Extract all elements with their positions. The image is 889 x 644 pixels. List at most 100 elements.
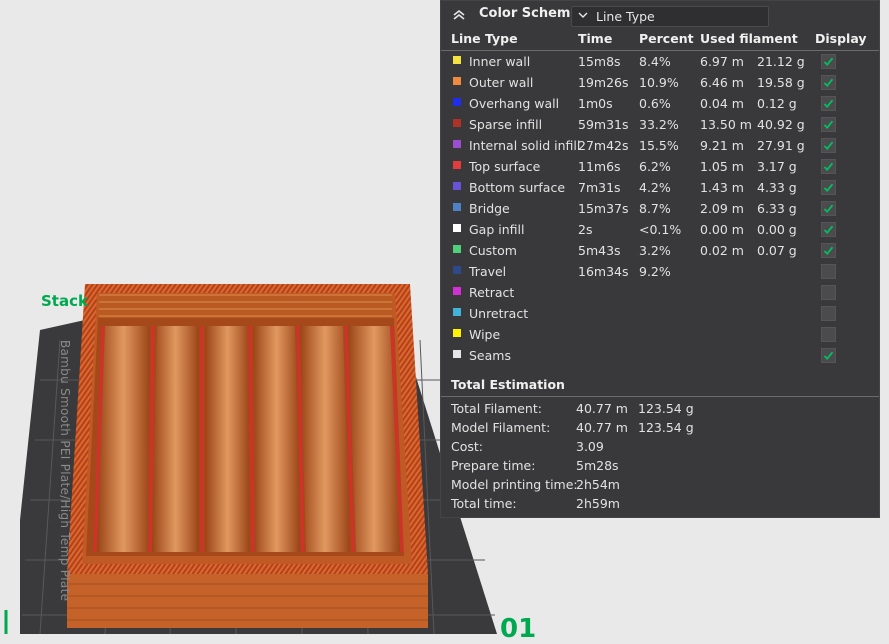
- checkmark-icon: [823, 141, 834, 151]
- total-estimation-row: Prepare time: 5m28s: [441, 456, 879, 475]
- legend-row: Custom 5m43s 3.2% 0.02 m 0.07 g: [441, 240, 879, 261]
- color-scheme-value: Line Type: [596, 9, 655, 24]
- line-type-filament-weight: 0.00 g: [757, 222, 797, 237]
- line-type-filament-length: 1.05 m: [700, 159, 744, 174]
- checkmark-icon: [823, 162, 834, 172]
- legend-row: Overhang wall 1m0s 0.6% 0.04 m 0.12 g: [441, 93, 879, 114]
- color-swatch: [453, 287, 461, 295]
- column-time: Time: [578, 31, 613, 46]
- color-swatch: [453, 245, 461, 253]
- total-value: 2h59m: [576, 496, 620, 511]
- line-type-name: Unretract: [469, 306, 529, 321]
- legend-row: Internal solid infill 27m42s 15.5% 9.21 m 27…: [441, 135, 879, 156]
- legend-table-header: Line Type Time Percent Used filament Dis…: [441, 29, 879, 51]
- legend-row: Top surface 11m6s 6.2% 1.05 m 3.17 g: [441, 156, 879, 177]
- line-type-time: 1m0s: [578, 96, 613, 111]
- color-swatch: [453, 308, 461, 316]
- display-checkbox[interactable]: [821, 201, 836, 216]
- plate-type-text: Bambu Smooth PEI Plate/High Temp Plate: [58, 340, 72, 602]
- total-estimation-row: Total Filament: 40.77 m 123.54 g: [441, 399, 879, 418]
- checkmark-icon: [823, 57, 834, 67]
- checkmark-icon: [823, 183, 834, 193]
- line-type-filament-weight: 19.58 g: [757, 75, 805, 90]
- line-type-name: Outer wall: [469, 75, 534, 90]
- color-swatch: [453, 203, 461, 211]
- display-checkbox[interactable]: [821, 327, 836, 342]
- line-type-percent: 15.5%: [639, 138, 679, 153]
- line-type-filament-length: 13.50 m: [700, 117, 752, 132]
- line-type-percent: 33.2%: [639, 117, 679, 132]
- double-chevron-up-icon[interactable]: [451, 7, 467, 23]
- line-type-time: 7m31s: [578, 180, 621, 195]
- display-checkbox[interactable]: [821, 264, 836, 279]
- line-type-filament-weight: 0.07 g: [757, 243, 797, 258]
- color-scheme-select[interactable]: Line Type: [571, 6, 769, 27]
- total-label: Total Filament:: [451, 401, 542, 416]
- total-estimation-title: Total Estimation: [451, 377, 565, 392]
- color-swatch: [453, 119, 461, 127]
- line-type-percent: <0.1%: [639, 222, 682, 237]
- plate-label: Stack: [41, 292, 88, 310]
- total-value: 2h54m: [576, 477, 620, 492]
- legend-row: Wipe: [441, 324, 879, 345]
- display-checkbox[interactable]: [821, 96, 836, 111]
- line-type-filament-weight: 6.33 g: [757, 201, 797, 216]
- display-checkbox[interactable]: [821, 117, 836, 132]
- line-type-filament-weight: 21.12 g: [757, 54, 805, 69]
- total-value: 5m28s: [576, 458, 619, 473]
- line-type-filament-length: 0.02 m: [700, 243, 744, 258]
- line-type-percent: 9.2%: [639, 264, 671, 279]
- line-type-filament-length: 6.97 m: [700, 54, 744, 69]
- legend-row: Travel 16m34s 9.2%: [441, 261, 879, 282]
- line-type-time: 5m43s: [578, 243, 621, 258]
- total-estimation-row: Total time: 2h59m: [441, 494, 879, 513]
- display-checkbox[interactable]: [821, 285, 836, 300]
- display-checkbox[interactable]: [821, 138, 836, 153]
- display-checkbox[interactable]: [821, 75, 836, 90]
- line-type-filament-weight: 40.92 g: [757, 117, 805, 132]
- total-label: Model printing time:: [451, 477, 578, 492]
- display-checkbox[interactable]: [821, 54, 836, 69]
- line-type-filament-length: 6.46 m: [700, 75, 744, 90]
- line-type-filament-length: 1.43 m: [700, 180, 744, 195]
- line-type-percent: 6.2%: [639, 159, 671, 174]
- display-checkbox[interactable]: [821, 222, 836, 237]
- line-type-percent: 3.2%: [639, 243, 671, 258]
- line-type-name: Overhang wall: [469, 96, 560, 111]
- line-type-name: Retract: [469, 285, 515, 300]
- line-type-time: 2s: [578, 222, 593, 237]
- line-type-name: Seams: [469, 348, 511, 363]
- line-type-name: Sparse infill: [469, 117, 543, 132]
- legend-row: Unretract: [441, 303, 879, 324]
- legend-row: Bottom surface 7m31s 4.2% 1.43 m 4.33 g: [441, 177, 879, 198]
- line-type-name: Inner wall: [469, 54, 531, 69]
- display-checkbox[interactable]: [821, 348, 836, 363]
- color-swatch: [453, 350, 461, 358]
- total-label: Total time:: [451, 496, 517, 511]
- display-checkbox[interactable]: [821, 180, 836, 195]
- checkmark-icon: [823, 225, 834, 235]
- legend-row: Retract: [441, 282, 879, 303]
- legend-header: Color Scheme Line Type: [441, 1, 879, 29]
- line-type-name: Bridge: [469, 201, 510, 216]
- line-type-filament-weight: 4.33 g: [757, 180, 797, 195]
- display-checkbox[interactable]: [821, 306, 836, 321]
- color-swatch: [453, 182, 461, 190]
- total-label: Prepare time:: [451, 458, 536, 473]
- line-type-filament-weight: 27.91 g: [757, 138, 805, 153]
- display-checkbox[interactable]: [821, 159, 836, 174]
- column-line-type: Line Type: [451, 31, 518, 46]
- chevron-down-icon: [577, 9, 589, 21]
- checkmark-icon: [823, 120, 834, 130]
- line-type-name: Travel: [469, 264, 507, 279]
- total-value: 40.77 m: [576, 401, 628, 416]
- legend-row: Sparse infill 59m31s 33.2% 13.50 m 40.92 g: [441, 114, 879, 135]
- color-swatch: [453, 266, 461, 274]
- total-value: 40.77 m: [576, 420, 628, 435]
- checkmark-icon: [823, 99, 834, 109]
- total-value-secondary: 123.54 g: [638, 401, 694, 416]
- line-type-time: 27m42s: [578, 138, 629, 153]
- line-type-time: 59m31s: [578, 117, 629, 132]
- display-checkbox[interactable]: [821, 243, 836, 258]
- legend-row: Seams: [441, 345, 879, 366]
